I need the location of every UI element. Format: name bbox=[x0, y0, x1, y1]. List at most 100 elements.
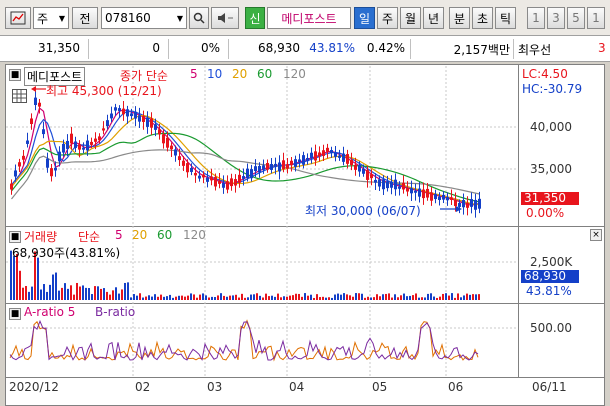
volume-bar bbox=[100, 288, 102, 300]
volume-bar bbox=[454, 297, 456, 300]
volume-bar bbox=[151, 296, 153, 300]
ma20-label: 20 bbox=[232, 67, 248, 81]
volume-bar bbox=[157, 296, 159, 300]
candle bbox=[74, 136, 77, 152]
candle bbox=[250, 164, 253, 182]
y-tick-35000: 35,000 bbox=[530, 162, 572, 176]
candle bbox=[474, 193, 477, 218]
candle bbox=[350, 152, 353, 171]
volume-bar bbox=[271, 295, 273, 300]
volume-bar bbox=[181, 295, 183, 300]
candle bbox=[334, 145, 337, 162]
candle bbox=[286, 158, 289, 174]
volume-bar bbox=[445, 293, 447, 300]
volume-bar bbox=[25, 285, 27, 300]
volume-bar bbox=[274, 296, 276, 300]
volume-bar bbox=[469, 294, 471, 300]
ma-line bbox=[11, 132, 480, 203]
volume-bar bbox=[184, 296, 186, 300]
candle bbox=[418, 182, 421, 203]
volume-bar bbox=[76, 282, 78, 300]
panel-collapse-button[interactable]: ■ bbox=[9, 308, 21, 320]
volume-bar bbox=[472, 294, 474, 300]
volume-bar bbox=[247, 297, 249, 300]
volume-bar bbox=[145, 296, 147, 300]
high-annotation: 최고 45,300 (12/21) bbox=[46, 84, 162, 98]
volume-series-label: 단순 bbox=[78, 230, 101, 244]
ma10-label: 10 bbox=[207, 67, 223, 81]
candle bbox=[206, 170, 209, 188]
panel-close-button[interactable]: × bbox=[590, 229, 602, 241]
volume-bar bbox=[325, 297, 327, 300]
volume-bar bbox=[217, 295, 219, 300]
volume-bar bbox=[265, 293, 267, 300]
volume-bar bbox=[283, 296, 285, 300]
volume-bar bbox=[331, 297, 333, 300]
volume-bar bbox=[136, 295, 138, 300]
lc-value: LC:4.50 bbox=[522, 67, 568, 81]
volume-bar bbox=[97, 286, 99, 300]
volume-bar bbox=[229, 295, 231, 300]
volume-bar bbox=[28, 291, 30, 300]
volume-bar bbox=[64, 283, 66, 300]
volume-bar bbox=[61, 287, 63, 300]
volume-bar bbox=[226, 296, 228, 300]
candle bbox=[422, 182, 425, 205]
volume-bar bbox=[424, 297, 426, 300]
volume-bar bbox=[175, 296, 177, 300]
vol-ma120-label: 120 bbox=[183, 228, 206, 242]
panel-collapse-button[interactable]: ■ bbox=[9, 231, 21, 243]
volume-bar bbox=[127, 282, 129, 300]
current-price-tag: 31,350 bbox=[521, 192, 579, 205]
volume-bar bbox=[238, 297, 240, 300]
volume-bar bbox=[367, 296, 369, 300]
candle bbox=[306, 153, 309, 165]
volume-bar bbox=[73, 294, 75, 300]
hc-value: HC:-30.79 bbox=[522, 82, 583, 96]
volume-bar bbox=[286, 296, 288, 300]
panel-collapse-button[interactable]: ■ bbox=[9, 69, 21, 81]
volume-bar bbox=[334, 294, 336, 300]
ma-line bbox=[11, 149, 480, 200]
candle bbox=[278, 155, 281, 180]
candle bbox=[310, 147, 313, 164]
volume-bar bbox=[160, 294, 162, 300]
volume-bar bbox=[82, 285, 84, 300]
candle bbox=[414, 183, 417, 201]
ma-line bbox=[11, 114, 480, 206]
current-volume-pct: 43.81% bbox=[526, 284, 572, 298]
vol-ma5-label: 5 bbox=[115, 228, 123, 242]
volume-bar bbox=[301, 296, 303, 300]
high-arrow-icon bbox=[31, 86, 46, 92]
volume-bar bbox=[328, 297, 330, 300]
candle bbox=[326, 143, 329, 159]
grid-icon[interactable] bbox=[12, 89, 27, 103]
candle bbox=[146, 111, 149, 134]
volume-bar bbox=[418, 297, 420, 300]
volume-bar bbox=[85, 287, 87, 300]
b-ratio-label: B-ratio bbox=[95, 305, 136, 319]
volume-bar bbox=[106, 291, 108, 300]
candle bbox=[138, 107, 141, 128]
candle bbox=[462, 193, 465, 215]
volume-bar bbox=[142, 297, 144, 300]
volume-bar bbox=[475, 294, 477, 300]
volume-bar bbox=[373, 297, 375, 300]
volume-bar bbox=[313, 297, 315, 300]
volume-bar bbox=[133, 294, 135, 300]
volume-bar bbox=[406, 296, 408, 300]
candle bbox=[134, 106, 137, 127]
volume-bar bbox=[460, 297, 462, 300]
candle bbox=[394, 173, 397, 196]
volume-bar bbox=[352, 296, 354, 300]
volume-bar bbox=[448, 295, 450, 300]
candle bbox=[342, 146, 345, 166]
candle bbox=[434, 189, 437, 204]
volume-bar bbox=[304, 293, 306, 300]
volume-bar bbox=[361, 293, 363, 300]
candle bbox=[270, 157, 273, 174]
candle bbox=[266, 159, 269, 173]
volume-bar bbox=[109, 294, 111, 300]
volume-bar bbox=[394, 294, 396, 300]
moving-average-lines bbox=[11, 106, 480, 206]
